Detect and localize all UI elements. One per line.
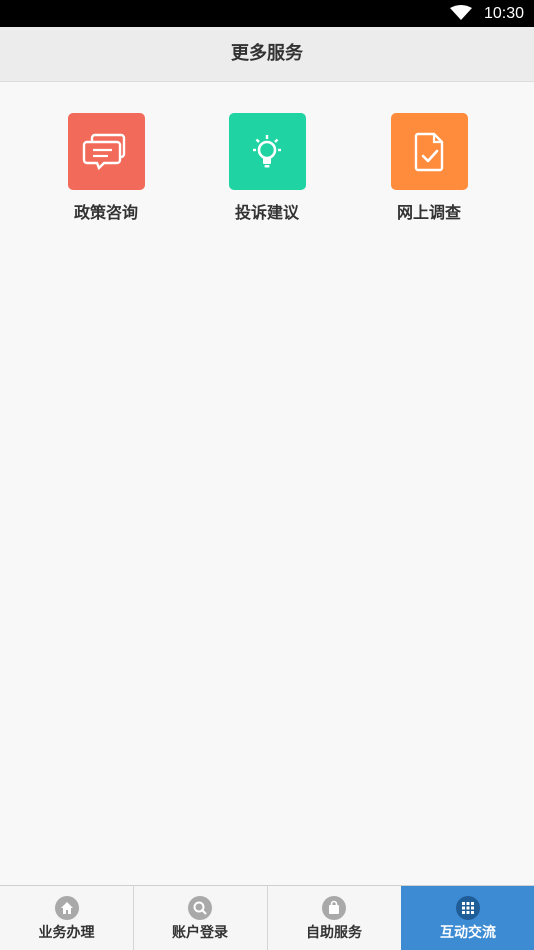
tab-account-login[interactable]: 账户登录 — [133, 886, 266, 950]
search-icon — [188, 896, 212, 920]
tab-label: 账户登录 — [172, 925, 228, 941]
tab-self-service[interactable]: 自助服务 — [267, 886, 400, 950]
tab-label: 互动交流 — [440, 925, 496, 941]
service-complaint-suggestion[interactable]: 投诉建议 — [207, 113, 327, 223]
status-time: 10:30 — [483, 5, 524, 22]
service-label: 网上调查 — [396, 203, 461, 222]
tab-label: 业务办理 — [38, 925, 95, 941]
tab-label: 自助服务 — [306, 925, 362, 941]
grid-icon — [456, 896, 480, 920]
lightbulb-icon — [228, 113, 306, 190]
bag-icon — [322, 896, 346, 920]
chat-bubbles-icon — [67, 113, 145, 190]
service-label: 政策咨询 — [73, 203, 138, 222]
service-policy-consult[interactable]: 政策咨询 — [46, 113, 166, 223]
home-icon — [54, 896, 79, 920]
wifi-icon — [450, 5, 472, 20]
bottom-tab-bar: 业务办理 账户登录 自助服务 互动交流 — [0, 885, 534, 950]
survey-document-icon — [390, 113, 468, 190]
status-bar: 10:30 — [0, 0, 534, 27]
service-grid: 政策咨询 投诉建议 网上调查 — [0, 113, 534, 233]
tab-interaction[interactable]: 互动交流 — [401, 886, 534, 950]
service-online-survey[interactable]: 网上调查 — [369, 113, 489, 223]
page-title: 更多服务 — [0, 27, 534, 82]
tab-business[interactable]: 业务办理 — [0, 886, 133, 950]
service-label: 投诉建议 — [234, 203, 299, 222]
